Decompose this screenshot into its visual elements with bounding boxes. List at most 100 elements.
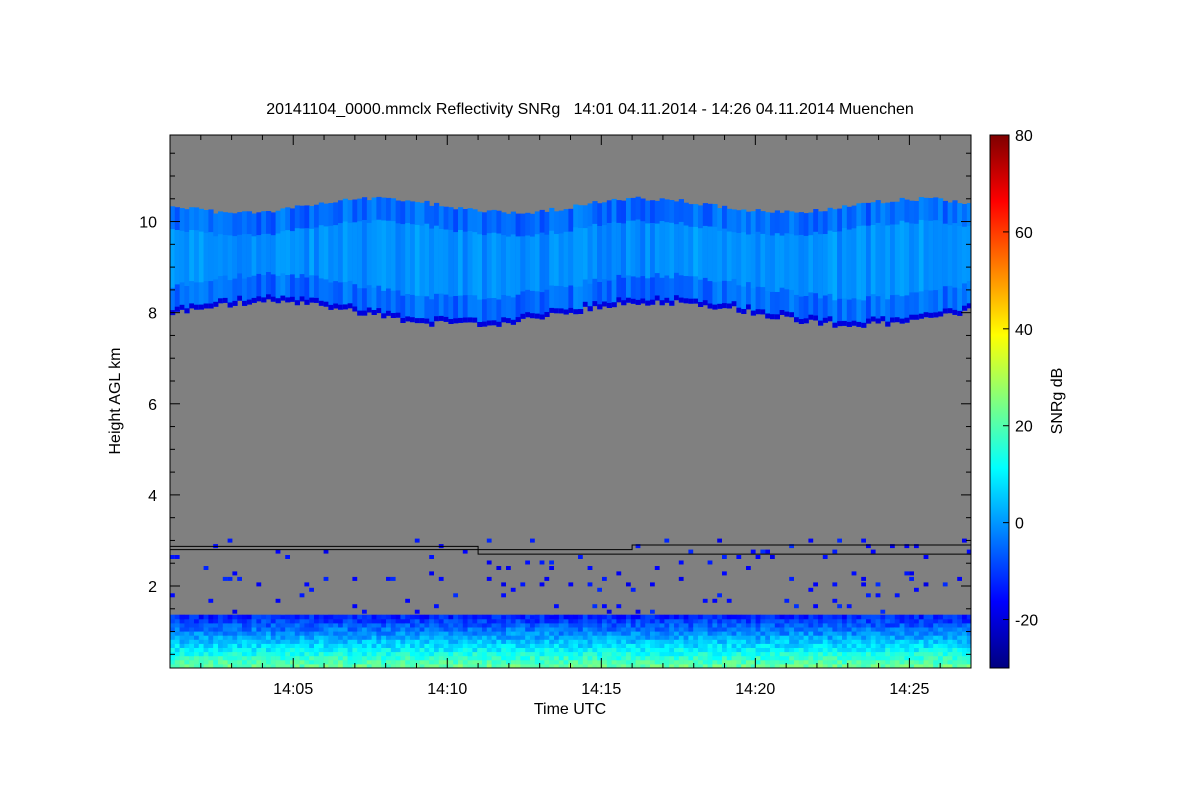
- clutter-cell: [789, 659, 795, 665]
- clutter-cell: [208, 647, 214, 653]
- clutter-cell: [290, 622, 296, 628]
- clutter-cell: [333, 655, 339, 661]
- scatter-cell: [904, 571, 910, 576]
- clutter-cell: [621, 635, 627, 640]
- clutter-cell: [904, 647, 910, 653]
- clutter-cell: [606, 635, 612, 640]
- echo-core: [558, 233, 564, 287]
- clutter-cell: [242, 659, 248, 665]
- echo-edge: [856, 321, 862, 327]
- clutter-cell: [222, 651, 228, 657]
- clutter-cell: [650, 614, 656, 620]
- clutter-cell: [760, 655, 766, 661]
- clutter-cell: [491, 622, 497, 628]
- clutter-cell: [664, 647, 670, 653]
- clutter-cell: [726, 643, 732, 648]
- clutter-cell: [328, 622, 334, 628]
- clutter-cell: [558, 618, 564, 624]
- clutter-cell: [299, 643, 305, 648]
- clutter-cell: [918, 655, 924, 661]
- clutter-cell: [755, 655, 761, 661]
- clutter-cell: [803, 655, 809, 661]
- clutter-cell: [842, 614, 848, 620]
- clutter-cell: [347, 655, 353, 661]
- echo-edge: [318, 300, 324, 306]
- clutter-cell: [410, 647, 416, 653]
- clutter-cell: [501, 635, 507, 640]
- clutter-cell: [366, 635, 372, 640]
- clutter-cell: [357, 635, 363, 640]
- clutter-cell: [486, 614, 492, 620]
- clutter-cell: [698, 655, 704, 661]
- clutter-cell: [702, 659, 708, 665]
- scatter-cell: [530, 538, 535, 543]
- clutter-cell: [707, 651, 713, 657]
- clutter-cell: [290, 614, 296, 620]
- clutter-cell: [750, 631, 756, 636]
- scatter-cell: [429, 555, 434, 559]
- scatter-cell: [352, 576, 358, 581]
- scatter-cell: [462, 549, 468, 554]
- clutter-cell: [530, 647, 536, 653]
- clutter-cell: [424, 659, 430, 665]
- clutter-cell: [453, 614, 459, 620]
- clutter-cell: [698, 627, 704, 632]
- clutter-cell: [669, 651, 675, 657]
- clutter-cell: [947, 622, 953, 628]
- clutter-cell: [501, 639, 507, 644]
- x-tick-label: 14:25: [889, 681, 929, 698]
- clutter-cell: [174, 639, 180, 644]
- clutter-cell: [299, 635, 305, 640]
- clutter-cell: [525, 631, 531, 636]
- clutter-cell: [458, 651, 464, 657]
- clutter-cell: [957, 627, 963, 632]
- scatter-cell: [616, 571, 622, 576]
- clutter-cell: [779, 631, 785, 636]
- clutter-cell: [875, 635, 881, 640]
- clutter-cell: [347, 622, 353, 628]
- clutter-cell: [266, 651, 272, 657]
- echo-core: [232, 236, 238, 279]
- clutter-cell: [616, 635, 622, 640]
- clutter-cell: [909, 647, 915, 653]
- clutter-cell: [357, 639, 363, 644]
- clutter-cell: [573, 631, 579, 636]
- clutter-cell: [688, 614, 694, 620]
- clutter-cell: [170, 647, 176, 653]
- clutter-cell: [275, 659, 281, 665]
- clutter-cell: [640, 659, 646, 665]
- clutter-cell: [179, 639, 185, 644]
- clutter-cell: [472, 614, 478, 620]
- clutter-cell: [362, 622, 368, 628]
- clutter-cell: [827, 631, 833, 636]
- clutter-cell: [482, 618, 488, 624]
- clutter-cell: [410, 618, 416, 624]
- clutter-cell: [410, 659, 416, 665]
- clutter-cell: [218, 639, 224, 644]
- clutter-cell: [198, 639, 204, 644]
- clutter-cell: [947, 651, 953, 657]
- clutter-cell: [870, 627, 876, 632]
- clutter-cell: [770, 618, 776, 624]
- clutter-cell: [813, 639, 819, 644]
- echo-core: [861, 225, 867, 301]
- clutter-cell: [746, 659, 752, 665]
- clutter-cell: [928, 627, 934, 632]
- clutter-cell: [674, 635, 680, 640]
- scatter-cell: [813, 582, 818, 587]
- clutter-cell: [592, 643, 598, 648]
- scatter-cell: [654, 566, 660, 570]
- clutter-cell: [808, 635, 814, 640]
- scatter-cell: [453, 593, 458, 598]
- echo-core: [822, 234, 828, 296]
- clutter-cell: [928, 651, 934, 657]
- scatter-cell: [227, 576, 233, 581]
- scatter-cell: [429, 571, 434, 576]
- clutter-cell: [899, 627, 905, 632]
- clutter-cell: [702, 635, 708, 640]
- clutter-cell: [515, 622, 521, 628]
- clutter-cell: [650, 627, 656, 632]
- clutter-cell: [789, 627, 795, 632]
- clutter-cell: [189, 643, 195, 648]
- clutter-cell: [270, 659, 276, 665]
